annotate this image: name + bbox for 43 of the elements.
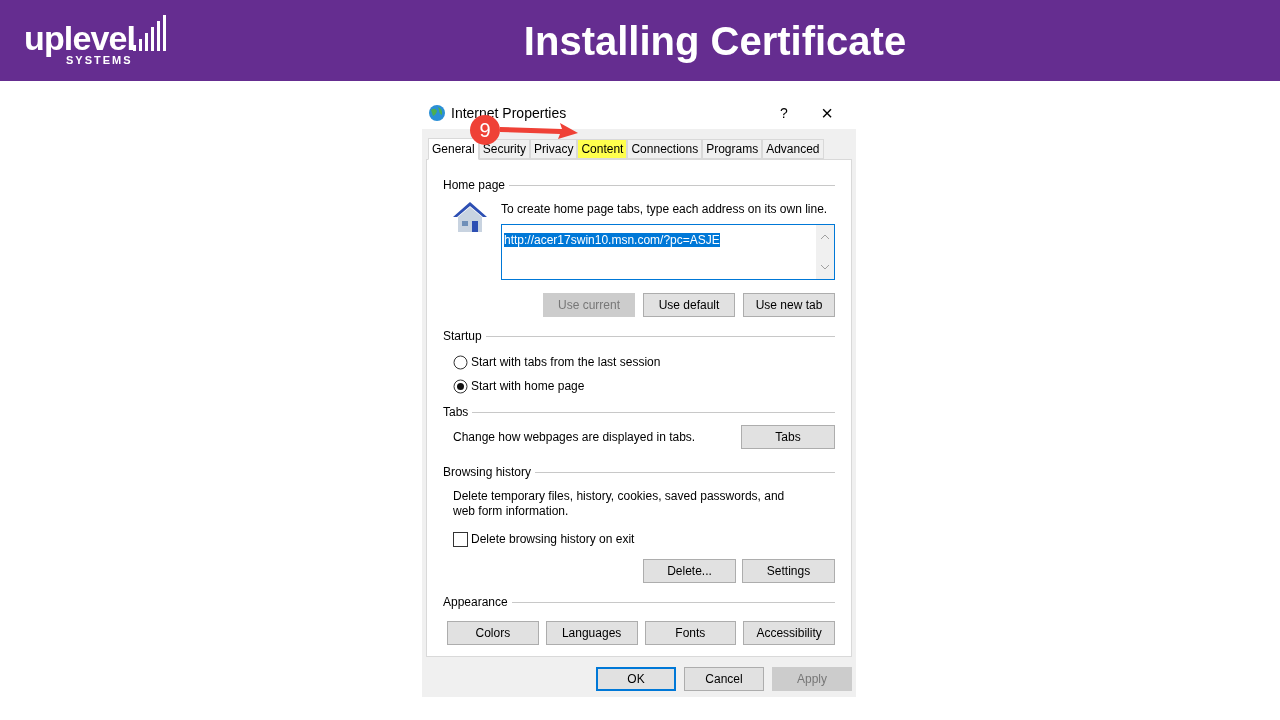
history-description: Delete temporary files, history, cookies, saved passwords, and web form information.: [452, 489, 786, 519]
section-heading: Appearance: [443, 594, 508, 611]
dialog-button[interactable]: Use new tab: [743, 293, 835, 317]
dialog-button[interactable]: Fonts: [644, 621, 737, 645]
instruction-text: To create home page tabs, type each address on its own line.: [501, 201, 829, 218]
dialog-button[interactable]: Use default: [643, 293, 735, 317]
arrow-icon: [500, 121, 578, 139]
radio-button[interactable]: [453, 378, 468, 394]
section-heading: Browsing history: [443, 464, 532, 481]
tab[interactable]: General: [428, 138, 479, 160]
dialog-button[interactable]: Cancel: [684, 667, 764, 691]
tab[interactable]: Programs: [702, 139, 763, 159]
tab[interactable]: Privacy: [530, 139, 578, 159]
help-button[interactable]: ?: [769, 102, 799, 124]
section-heading: Startup: [443, 328, 482, 345]
close-button[interactable]: ×: [804, 98, 850, 128]
section-heading: Tabs: [443, 404, 469, 421]
radio-button[interactable]: [453, 354, 468, 370]
url-field[interactable]: http://acer17swin10.msn.com/?pc=ASJE: [501, 224, 835, 280]
globe-icon: [428, 104, 446, 122]
radio-label: Start with tabs from the last session: [471, 354, 661, 371]
tab[interactable]: Advanced: [762, 139, 824, 159]
dialog-button[interactable]: OK: [596, 667, 676, 691]
slide-title: Installing Certificate: [523, 17, 907, 65]
dialog-button[interactable]: Settings: [742, 559, 835, 583]
tab[interactable]: Connections: [627, 139, 703, 159]
radio-label: Start with home page: [471, 378, 585, 395]
dialog-button[interactable]: Accessibility: [743, 621, 835, 645]
section-heading: Home page: [443, 177, 506, 194]
dialog-button[interactable]: Colors: [447, 621, 539, 645]
scrollbar-icon: [816, 225, 834, 279]
logo-subtitle: SYSTEMS: [66, 55, 133, 66]
logo-word: uplevel: [24, 21, 136, 55]
dialog-button[interactable]: Delete...: [643, 559, 736, 583]
selected-url: http://acer17swin10.msn.com/?pc=ASJE: [504, 233, 720, 247]
checkbox-label: Delete browsing history on exit: [471, 531, 635, 548]
dialog-button[interactable]: Languages: [545, 621, 638, 645]
dialog-button[interactable]: Tabs: [741, 425, 835, 449]
signal-bars-icon: [133, 15, 168, 51]
checkbox[interactable]: [453, 531, 468, 547]
tabs-description: Change how webpages are displayed in tabs.: [453, 429, 696, 446]
tab[interactable]: Content: [577, 139, 628, 159]
house-icon: [451, 200, 489, 234]
